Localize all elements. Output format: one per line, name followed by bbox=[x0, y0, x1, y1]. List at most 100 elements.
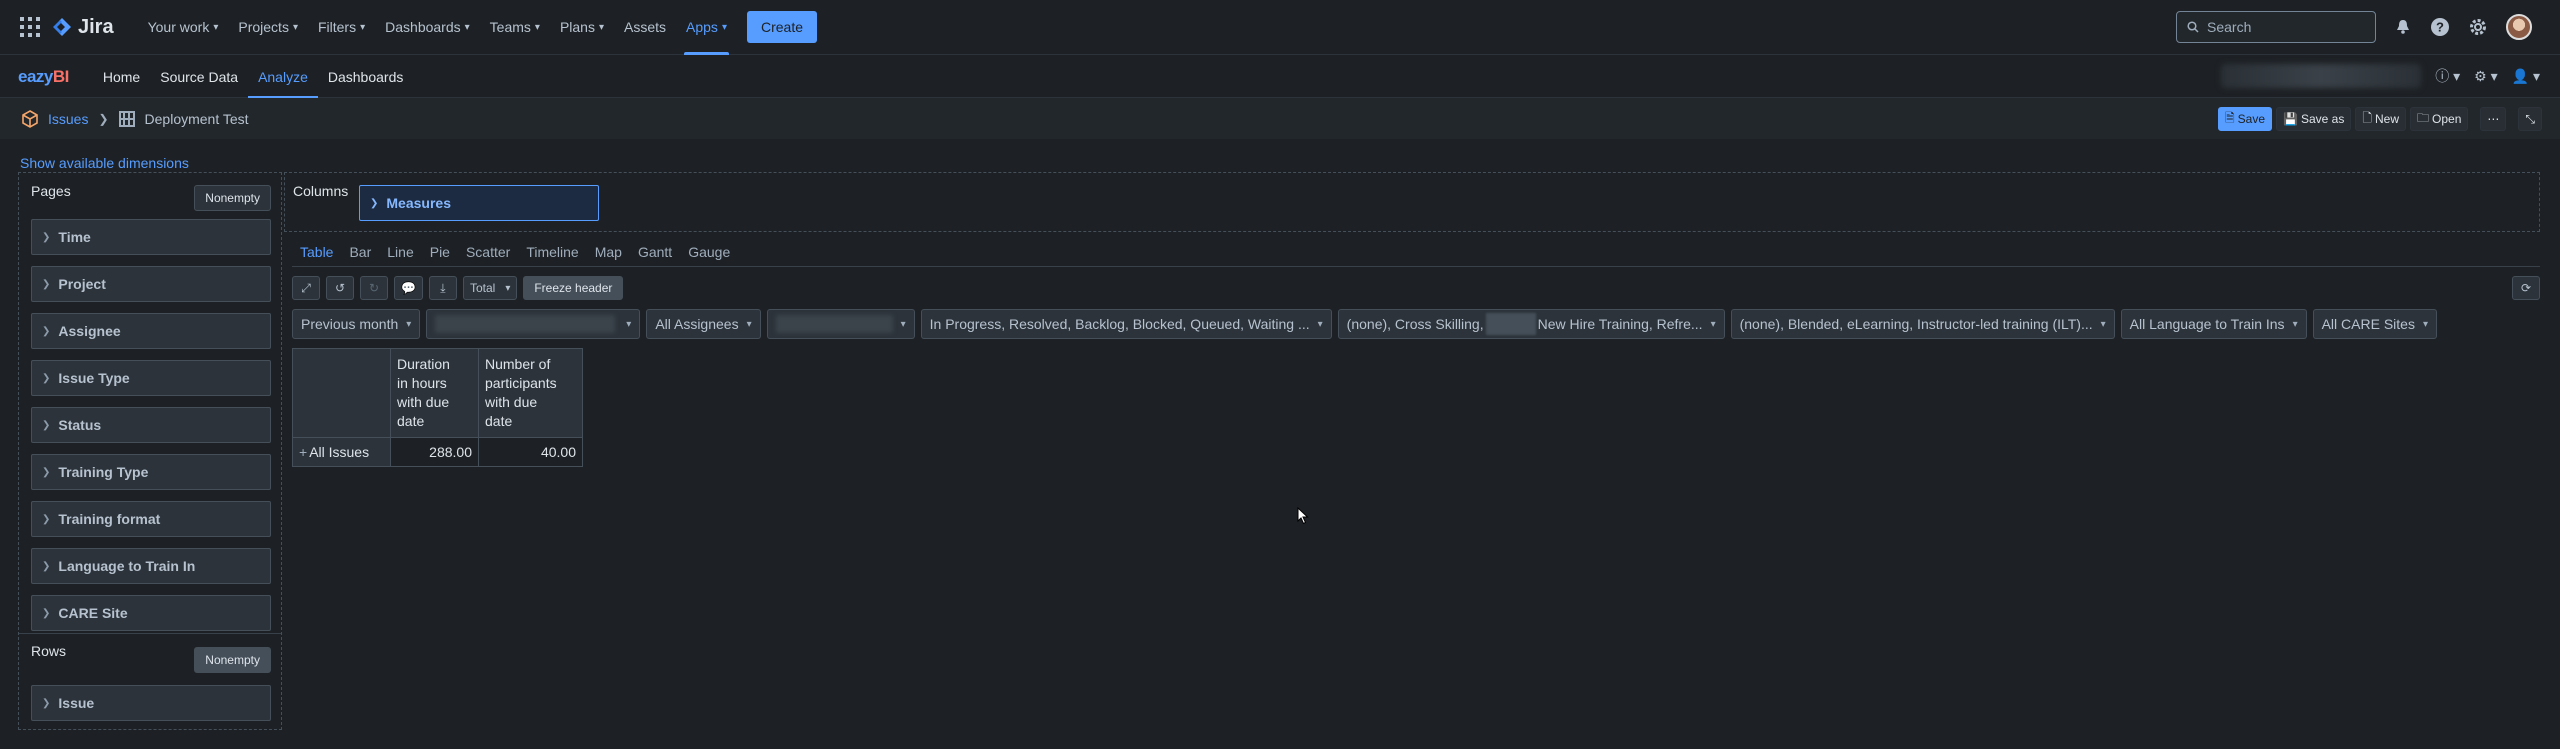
breadcrumb-cube-link[interactable]: Issues bbox=[48, 111, 88, 127]
eazybi-logo[interactable]: eazyBI bbox=[18, 67, 69, 87]
tabs-divider bbox=[292, 266, 2540, 267]
nav-item-filters[interactable]: Filters ▾ bbox=[308, 0, 375, 55]
user-avatar[interactable] bbox=[2506, 14, 2532, 40]
tab-scatter[interactable]: Scatter bbox=[458, 238, 518, 266]
tab-gauge[interactable]: Gauge bbox=[680, 238, 738, 266]
assignee-filter-value: All Assignees bbox=[655, 316, 739, 332]
settings-gear-icon[interactable] bbox=[2468, 17, 2488, 37]
tab-bar[interactable]: Bar bbox=[341, 238, 379, 266]
page-dimension-care-site[interactable]: ❯ CARE Site bbox=[31, 595, 271, 631]
total-select[interactable]: Total ▾ bbox=[462, 276, 518, 300]
project-filter[interactable]: ▾ bbox=[426, 309, 641, 339]
fullscreen-button[interactable]: ⤡ bbox=[2518, 107, 2542, 131]
eazybi-tab-dashboards[interactable]: Dashboards bbox=[318, 56, 414, 98]
status-filter[interactable]: In Progress, Resolved, Backlog, Blocked,… bbox=[920, 309, 1332, 339]
expand-all-button[interactable]: ⤢ bbox=[292, 276, 320, 300]
page-dimension-project[interactable]: ❯ Project bbox=[31, 266, 271, 302]
nav-item-projects[interactable]: Projects ▾ bbox=[228, 0, 308, 55]
save-button[interactable]: 🗎 Save bbox=[2218, 107, 2273, 131]
eazybi-tab-source-data[interactable]: Source Data bbox=[150, 56, 248, 98]
app-switcher-icon[interactable] bbox=[20, 17, 40, 37]
row-dimension-issue[interactable]: ❯ Issue bbox=[31, 685, 271, 721]
measures-dimension[interactable]: ❯ Measures bbox=[359, 185, 599, 221]
chevron-right-icon: ❯ bbox=[42, 278, 51, 290]
nav-item-dashboards[interactable]: Dashboards ▾ bbox=[375, 0, 480, 55]
tab-line[interactable]: Line bbox=[379, 238, 421, 266]
page-dimension-training-type[interactable]: ❯ Training Type bbox=[31, 454, 271, 490]
care-site-filter[interactable]: All CARE Sites ▾ bbox=[2312, 309, 2437, 339]
chevron-down-icon: ▾ bbox=[1317, 318, 1323, 330]
notifications-icon[interactable] bbox=[2394, 18, 2412, 36]
page-dimension-status[interactable]: ❯ Status bbox=[31, 407, 271, 443]
chevron-right-icon: ❯ bbox=[42, 419, 51, 431]
search-input[interactable]: Search bbox=[2176, 11, 2376, 43]
page-dimension-time[interactable]: ❯ Time bbox=[31, 219, 271, 255]
comment-button[interactable]: 💬 bbox=[394, 276, 423, 300]
care-site-filter-value: All CARE Sites bbox=[2321, 316, 2415, 332]
page-dimension-language-to-train-in[interactable]: ❯ Language to Train In bbox=[31, 548, 271, 584]
eazybi-tab-analyze[interactable]: Analyze bbox=[248, 56, 318, 98]
tab-map[interactable]: Map bbox=[587, 238, 630, 266]
redo-button[interactable]: ↻ bbox=[360, 276, 388, 300]
training-format-filter-value: (none), Blended, eLearning, Instructor-l… bbox=[1739, 316, 2093, 332]
tab-timeline[interactable]: Timeline bbox=[518, 238, 586, 266]
mouse-cursor-icon bbox=[1297, 507, 1309, 525]
tab-gantt[interactable]: Gantt bbox=[630, 238, 680, 266]
header-line: participants bbox=[485, 375, 557, 391]
rows-nonempty-toggle[interactable]: Nonempty bbox=[194, 647, 271, 673]
redacted-block bbox=[1485, 313, 1536, 335]
training-format-filter[interactable]: (none), Blended, eLearning, Instructor-l… bbox=[1730, 309, 2115, 339]
column-header-duration[interactable]: Duration in hours with due date bbox=[390, 348, 479, 438]
header-line: Duration bbox=[397, 356, 450, 372]
time-filter[interactable]: Previous month ▾ bbox=[292, 309, 421, 339]
status-filter-value: In Progress, Resolved, Backlog, Blocked,… bbox=[929, 316, 1310, 332]
issue-type-filter[interactable]: ▾ bbox=[766, 309, 915, 339]
training-type-filter-value-b: New Hire Training, Refre... bbox=[1537, 316, 1703, 332]
page-dimension-issue-type[interactable]: ❯ Issue Type bbox=[31, 360, 271, 396]
eazybi-tab-home[interactable]: Home bbox=[93, 56, 150, 98]
refresh-button[interactable]: ⟳ bbox=[2512, 276, 2540, 300]
time-filter-value: Previous month bbox=[301, 316, 399, 332]
tab-pie[interactable]: Pie bbox=[422, 238, 458, 266]
table-cell[interactable]: 288.00 bbox=[390, 437, 479, 467]
language-filter[interactable]: All Language to Train Ins ▾ bbox=[2120, 309, 2307, 339]
undo-button[interactable]: ↺ bbox=[326, 276, 354, 300]
nav-item-assets[interactable]: Assets bbox=[614, 0, 676, 55]
create-button[interactable]: Create bbox=[746, 11, 817, 43]
svg-text:?: ? bbox=[2436, 20, 2444, 35]
issue-type-filter-blurred bbox=[775, 315, 893, 333]
show-available-dimensions-link[interactable]: Show available dimensions bbox=[20, 155, 189, 171]
user-menu-icon[interactable]: 👤 ▾ bbox=[2512, 68, 2540, 85]
open-report-button[interactable]: 🗀 Open bbox=[2410, 107, 2469, 131]
save-as-button[interactable]: 💾 Save as bbox=[2276, 107, 2352, 131]
pages-nonempty-toggle[interactable]: Nonempty bbox=[194, 185, 271, 211]
columns-area: Columns ❯ Measures bbox=[284, 172, 2540, 232]
more-actions-button[interactable]: ⋯ bbox=[2480, 107, 2507, 131]
export-button[interactable]: ⤓ bbox=[428, 276, 457, 300]
page-dimension-training-format[interactable]: ❯ Training format bbox=[31, 501, 271, 537]
nav-item-plans[interactable]: Plans ▾ bbox=[550, 0, 614, 55]
nav-item-apps[interactable]: Apps ▾ bbox=[676, 0, 737, 55]
new-file-icon: 🗋 bbox=[2362, 110, 2372, 125]
nav-item-teams[interactable]: Teams ▾ bbox=[480, 0, 550, 55]
expand-plus-icon[interactable]: + bbox=[299, 444, 307, 460]
freeze-header-button[interactable]: Freeze header bbox=[523, 276, 624, 300]
tab-table[interactable]: Table bbox=[292, 238, 341, 266]
nav-item-your-work[interactable]: Your work ▾ bbox=[138, 0, 229, 55]
table-header-row: Duration in hours with due date Number o… bbox=[292, 348, 583, 438]
settings-menu-icon[interactable]: ⚙ ▾ bbox=[2474, 68, 2497, 85]
help-menu-icon[interactable]: ⓘ ▾ bbox=[2435, 66, 2460, 86]
column-header-participants[interactable]: Number of participants with due date bbox=[478, 348, 583, 438]
help-icon[interactable]: ? bbox=[2430, 17, 2450, 37]
nav-item-label: Filters bbox=[317, 19, 357, 35]
page-dimension-assignee[interactable]: ❯ Assignee bbox=[31, 313, 271, 349]
row-header-all-issues[interactable]: + All Issues bbox=[292, 437, 391, 467]
assignee-filter[interactable]: All Assignees ▾ bbox=[646, 309, 761, 339]
new-report-button[interactable]: 🗋 New bbox=[2355, 107, 2407, 131]
jira-logo[interactable]: Jira bbox=[52, 16, 114, 39]
chart-type-tabs: Table Bar Line Pie Scatter Timeline Map Gantt Ga… bbox=[292, 238, 738, 266]
table-cell[interactable]: 40.00 bbox=[478, 437, 583, 467]
training-type-filter[interactable]: (none), Cross Skilling, New Hire Training… bbox=[1337, 309, 1725, 339]
more-icon: ⋯ bbox=[2487, 112, 2500, 126]
header-line: in hours bbox=[397, 375, 447, 391]
